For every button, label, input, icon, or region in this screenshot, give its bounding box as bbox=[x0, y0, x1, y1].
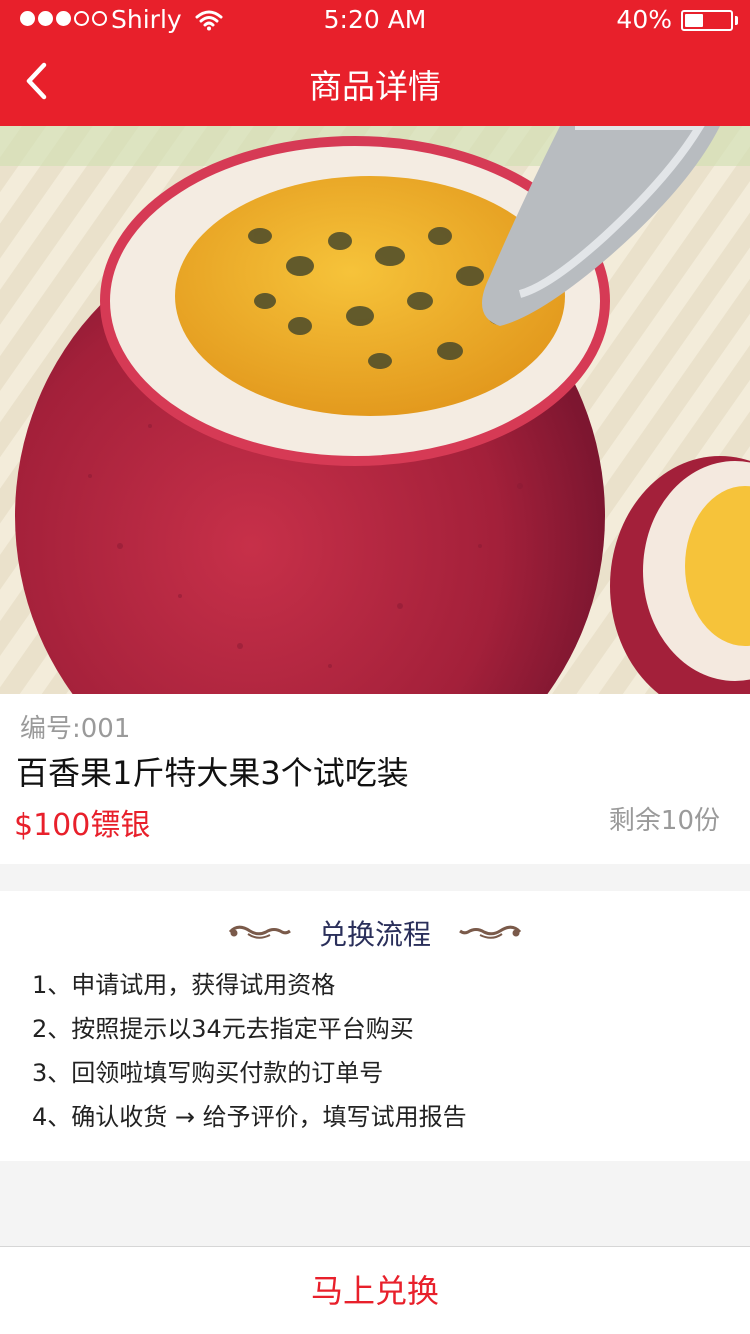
battery-cap bbox=[735, 16, 738, 25]
battery-icon bbox=[681, 10, 733, 31]
nav-bar: 商品详情 bbox=[0, 40, 750, 126]
status-bar: Shirly 5:20 AM 40% bbox=[0, 0, 750, 40]
footer-bar: 马上兑换 bbox=[0, 1246, 750, 1334]
battery-percent: 40% bbox=[616, 5, 672, 34]
app-header: Shirly 5:20 AM 40% 商品详情 bbox=[0, 0, 750, 126]
exchange-process: 兑换流程 1、申请试用，获得试用资格 2、按照提示以34元去指定平台购买 3、回… bbox=[0, 891, 750, 1161]
process-steps: 1、申请试用，获得试用资格 2、按照提示以34元去指定平台购买 3、回领啦填写购… bbox=[32, 967, 467, 1143]
page-title: 商品详情 bbox=[309, 67, 441, 106]
product-image-carousel[interactable] bbox=[0, 126, 750, 694]
product-price: $100镖银 bbox=[14, 808, 151, 843]
product-stock: 剩余10份 bbox=[608, 806, 720, 836]
passion-fruit-image bbox=[0, 126, 750, 694]
process-step: 3、回领啦填写购买付款的订单号 bbox=[32, 1059, 384, 1087]
product-name: 百香果1斤特大果3个试吃装 bbox=[16, 754, 409, 792]
process-step: 2、按照提示以34元去指定平台购买 bbox=[32, 1015, 414, 1043]
process-step: 4、确认收货 → 给予评价，填写试用报告 bbox=[32, 1103, 467, 1131]
product-sku: 编号:001 bbox=[20, 714, 131, 744]
process-step: 1、申请试用，获得试用资格 bbox=[32, 971, 336, 999]
product-info: 编号:001 百香果1斤特大果3个试吃装 $100镖银 剩余10份 bbox=[0, 694, 750, 864]
flourish-right-icon bbox=[459, 925, 522, 939]
exchange-now-button[interactable]: 马上兑换 bbox=[0, 1247, 750, 1334]
process-title: 兑换流程 bbox=[318, 918, 431, 951]
